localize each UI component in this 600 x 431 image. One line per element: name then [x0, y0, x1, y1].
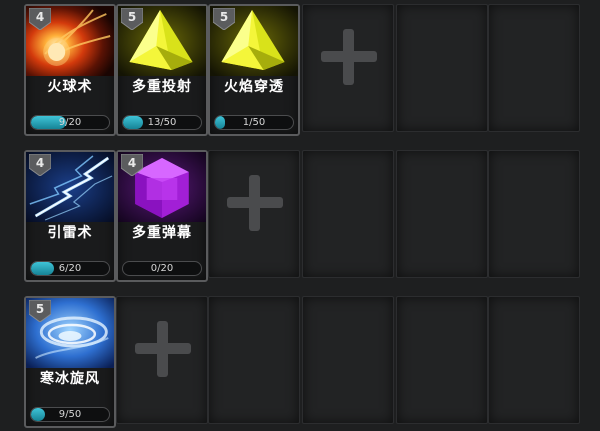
progress-text: 6/20	[58, 263, 82, 274]
level-value: 4	[127, 156, 137, 170]
skill-card[interactable]: 5 火焰穿透 1/50	[208, 4, 300, 136]
level-badge: 4	[121, 154, 143, 176]
level-value: 5	[219, 10, 229, 24]
skill-name: 火焰穿透	[224, 79, 284, 95]
progress-text: 0/20	[150, 263, 174, 274]
progress-bar: 0/20	[122, 261, 202, 276]
level-badge: 5	[213, 8, 235, 30]
skill-name: 引雷术	[47, 225, 93, 241]
level-badge: 5	[29, 300, 51, 322]
progress-text: 9/20	[58, 117, 82, 128]
empty-slot	[302, 296, 394, 424]
add-skill-slot[interactable]	[116, 296, 208, 424]
level-badge: 4	[29, 8, 51, 30]
skill-name: 多重弹幕	[132, 225, 192, 241]
skill-grid: 4 火球术 9/20 5 多重投射 13/50 5 火焰穿透 1/50 4 引雷…	[0, 0, 600, 431]
level-badge: 4	[29, 154, 51, 176]
level-badge: 5	[121, 8, 143, 30]
empty-slot	[396, 150, 488, 278]
plus-icon	[321, 29, 377, 85]
progress-bar: 1/50	[214, 115, 294, 130]
skill-card[interactable]: 4 火球术 9/20	[24, 4, 116, 136]
add-skill-slot[interactable]	[208, 150, 300, 278]
progress-text: 1/50	[242, 117, 266, 128]
skill-card[interactable]: 4 引雷术 6/20	[24, 150, 116, 282]
skill-card[interactable]: 4 多重弹幕 0/20	[116, 150, 208, 282]
level-value: 5	[127, 10, 137, 24]
plus-icon	[227, 175, 283, 231]
skill-card[interactable]: 5 寒冰旋风 9/50	[24, 296, 116, 428]
progress-text: 9/50	[58, 409, 82, 420]
skill-card[interactable]: 5 多重投射 13/50	[116, 4, 208, 136]
empty-slot	[208, 296, 300, 424]
level-value: 4	[35, 10, 45, 24]
empty-slot	[302, 150, 394, 278]
empty-slot	[488, 4, 580, 132]
empty-slot	[488, 296, 580, 424]
add-skill-slot[interactable]	[302, 4, 394, 132]
progress-bar: 13/50	[122, 115, 202, 130]
plus-icon	[135, 321, 191, 377]
progress-bar: 9/20	[30, 115, 110, 130]
empty-slot	[488, 150, 580, 278]
skill-name: 火球术	[47, 79, 93, 95]
empty-slot	[396, 296, 488, 424]
empty-slot	[396, 4, 488, 132]
progress-text: 13/50	[147, 117, 177, 128]
level-value: 4	[35, 156, 45, 170]
level-value: 5	[35, 302, 45, 316]
skill-name: 多重投射	[132, 79, 192, 95]
progress-bar: 9/50	[30, 407, 110, 422]
progress-bar: 6/20	[30, 261, 110, 276]
skill-name: 寒冰旋风	[40, 371, 100, 387]
